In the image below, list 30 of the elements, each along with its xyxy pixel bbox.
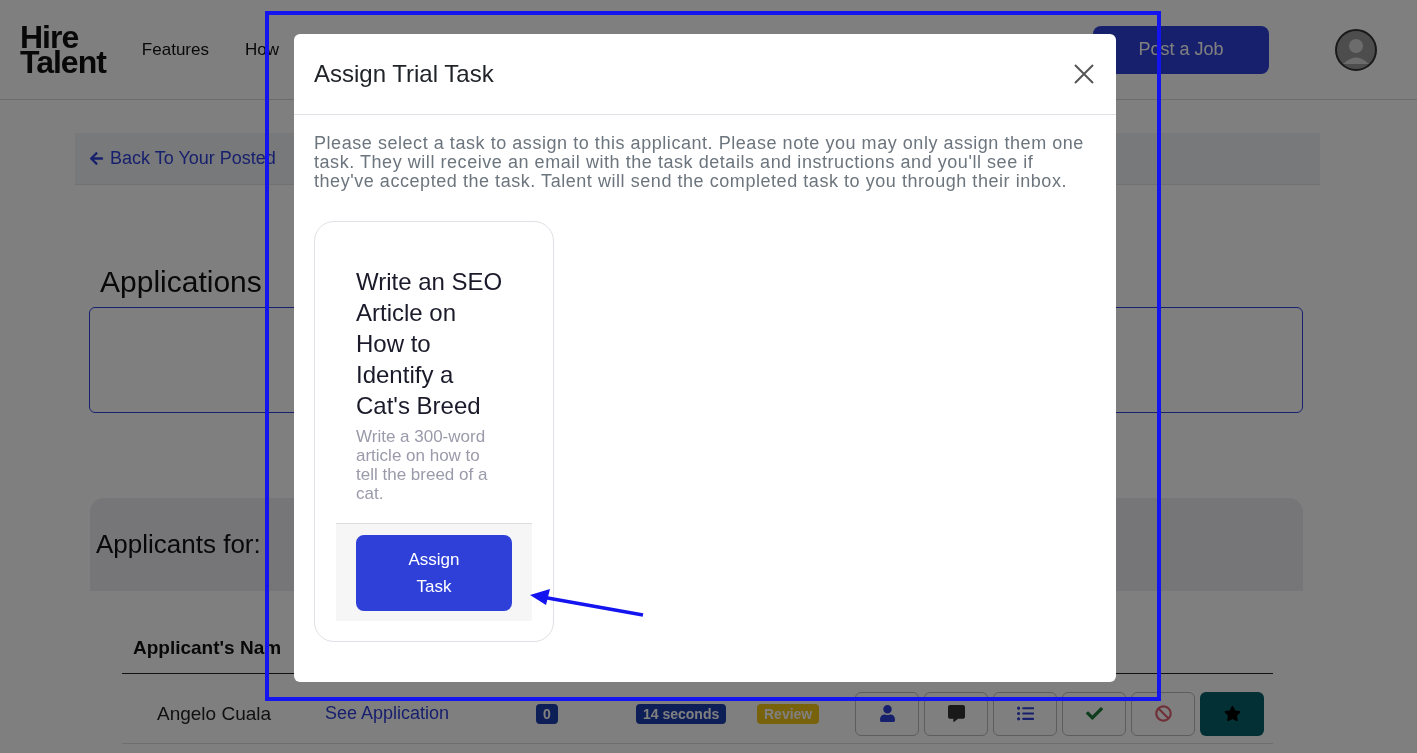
count-badge: 0: [536, 703, 558, 724]
time-badge: 14 seconds: [636, 703, 727, 724]
check-icon: [1085, 705, 1103, 722]
assign-task-button[interactable]: Assign Task: [356, 534, 512, 611]
close-button[interactable]: [1072, 62, 1096, 86]
applicant-name: Angelo Cuala: [157, 702, 272, 725]
ban-icon: [1154, 705, 1172, 722]
task-description: Write a 300-word article on how to tell the breed of a cat.: [356, 427, 489, 503]
nav-link[interactable]: Features: [141, 39, 209, 60]
action-button[interactable]: [1131, 691, 1195, 736]
action-button[interactable]: [1200, 691, 1264, 736]
task-title: Write an SEO Article on How to Identify a Cat's Breed: [356, 267, 504, 421]
modal-description: Please select a task to assign to this applicant. Please note you may only assign them one task. They will receive an email with the task details and instructions and you'll see if they've accepted the task. Talent will send the completed task to you through their inbox.: [314, 134, 1085, 191]
status-badge: Review: [757, 703, 820, 724]
comment-icon: [947, 705, 965, 722]
action-button[interactable]: [1062, 691, 1126, 736]
modal-title: Assign Trial Task: [314, 60, 494, 88]
arrow-left-icon: [89, 151, 104, 166]
avatar[interactable]: [1335, 28, 1377, 71]
action-button[interactable]: [993, 691, 1057, 736]
page-heading: Applications: [100, 265, 262, 299]
checklist-icon: [1016, 705, 1034, 722]
logo: Hire Talent: [20, 24, 106, 75]
star-icon: [1223, 705, 1241, 722]
card-title: Applicants for:: [96, 529, 261, 560]
action-button[interactable]: [924, 691, 988, 736]
close-icon: [1072, 62, 1096, 86]
user-icon: [878, 705, 896, 722]
see-application-link[interactable]: See Application: [325, 703, 450, 724]
action-button[interactable]: [855, 691, 919, 736]
